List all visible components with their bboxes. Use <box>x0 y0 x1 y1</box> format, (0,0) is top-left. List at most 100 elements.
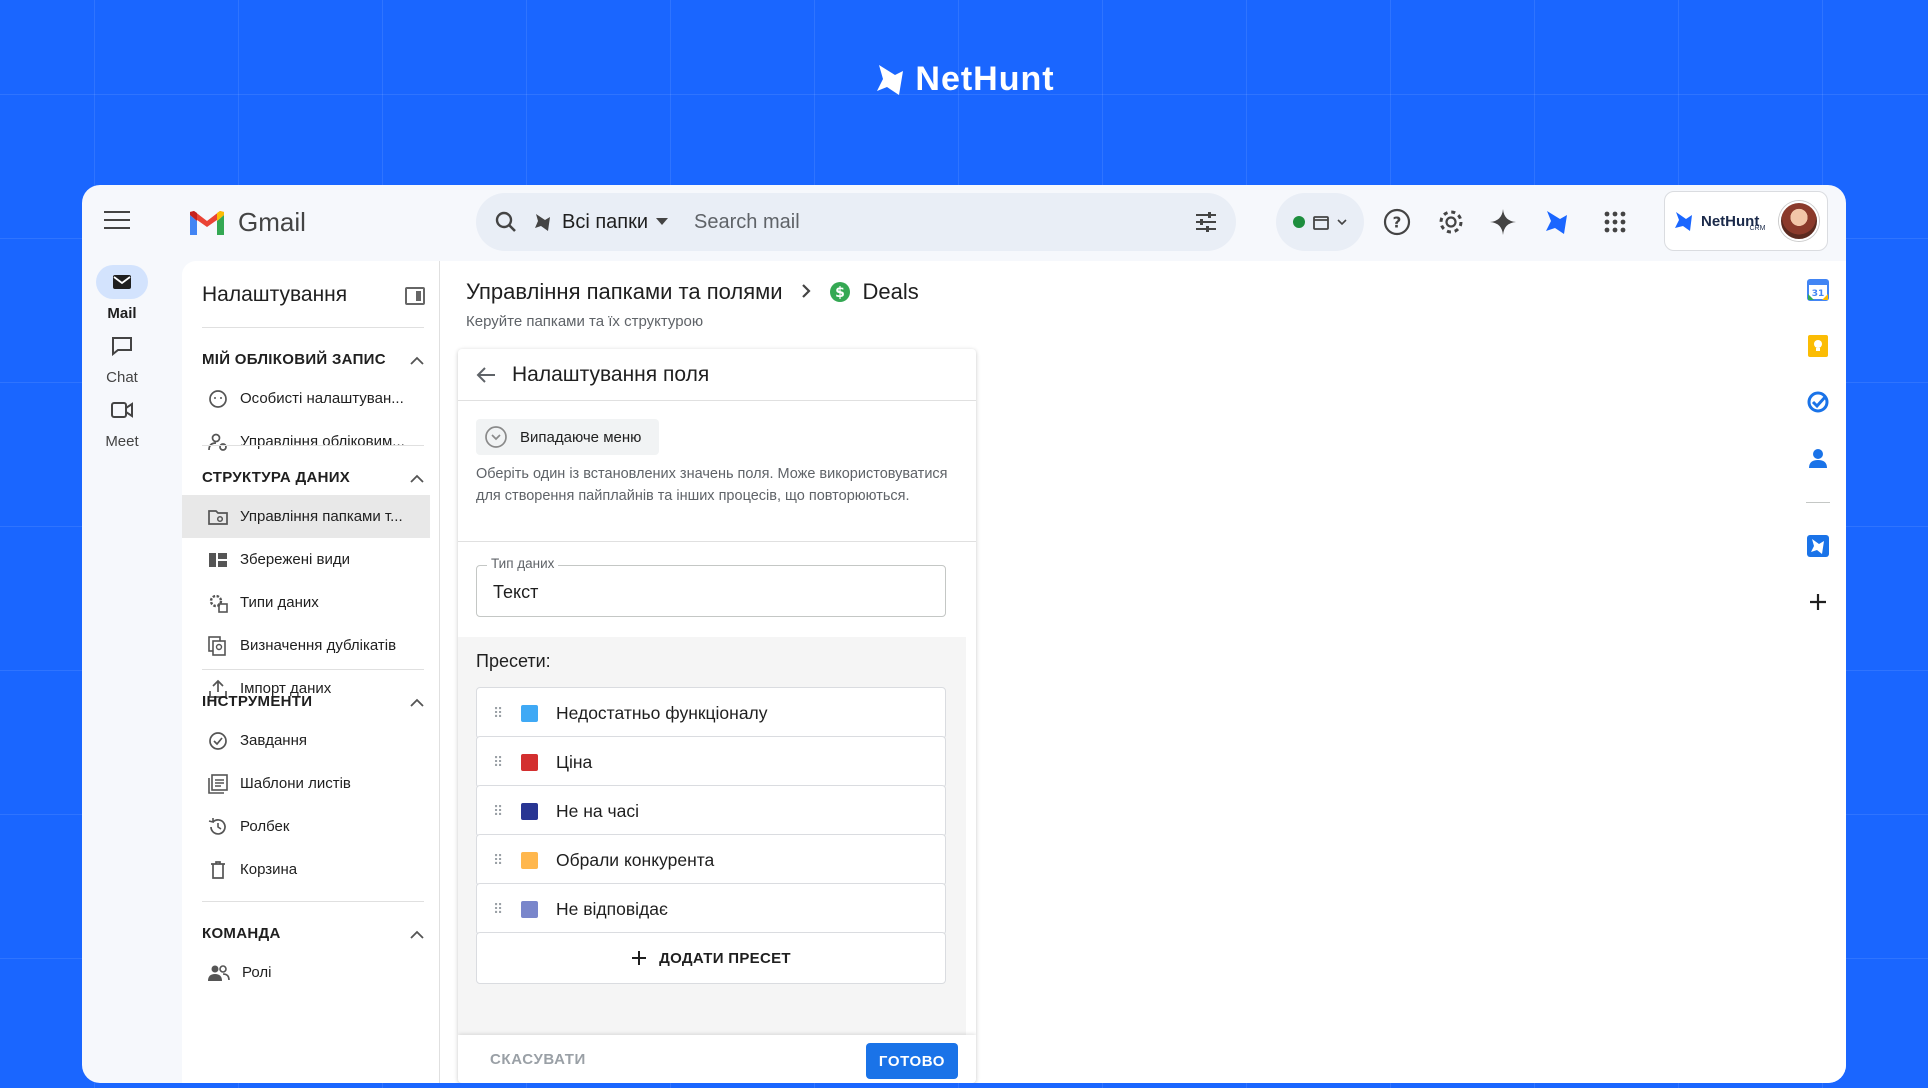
account-switcher[interactable]: NetHunt CRM <box>1664 191 1828 251</box>
cancel-button[interactable]: СКАСУВАТИ <box>490 1051 586 1068</box>
breadcrumb: Управління папками та полями $ Deals <box>466 279 919 305</box>
nethunt-app-icon[interactable] <box>1803 531 1833 561</box>
preset-color-swatch[interactable] <box>521 704 538 722</box>
search-input[interactable]: Search mail <box>694 211 1194 234</box>
gemini-sparkle-icon[interactable] <box>1488 207 1518 237</box>
data-type-field[interactable]: Тип даних Текст <box>476 556 946 617</box>
page-subtitle: Керуйте папками та їх структурою <box>466 313 704 330</box>
folder-selector-label: Всі папки <box>562 210 649 233</box>
preset-row[interactable]: ⠿ Недостатньо функціоналу <box>476 687 946 739</box>
nethunt-extension-icon[interactable] <box>1542 207 1572 237</box>
divider <box>458 541 976 542</box>
left-rail: Mail Chat Meet <box>82 185 162 1083</box>
preset-color-swatch[interactable] <box>521 900 538 918</box>
calendar-status-icon <box>1313 216 1329 230</box>
contacts-app-icon[interactable] <box>1803 443 1833 473</box>
field-description: Оберіть один із встановлених значень пол… <box>476 466 948 504</box>
section-my-account: МІЙ ОБЛІКОВИЙ ЗАПИС Особисті налаштуван.… <box>202 327 424 463</box>
nav-item-saved-views[interactable]: Збережені види <box>202 538 424 581</box>
people-icon <box>208 964 230 981</box>
section-team: КОМАНДА Ролі <box>202 901 424 994</box>
nav-item-trash[interactable]: Корзина <box>202 848 424 891</box>
chevron-down-icon <box>1337 218 1347 225</box>
preset-color-swatch[interactable] <box>521 851 538 869</box>
section-header-data-structure[interactable]: СТРУКТУРА ДАНИХ <box>202 445 424 495</box>
panel-toggle-icon[interactable] <box>405 287 425 305</box>
done-button[interactable]: ГОТОВО <box>866 1043 958 1079</box>
presets-title: Пресети: <box>476 651 551 671</box>
preset-color-swatch[interactable] <box>521 753 538 771</box>
trash-icon <box>211 860 225 879</box>
caret-down-icon <box>656 218 669 225</box>
nethunt-crm-logo-icon <box>1675 212 1692 231</box>
account-brand-sub: CRM <box>1749 224 1766 232</box>
account-brand-name: NetHunt CRM <box>1701 212 1766 232</box>
drag-handle-icon[interactable]: ⠿ <box>493 853 503 867</box>
tasks-app-icon[interactable] <box>1803 387 1833 417</box>
arrow-back-icon[interactable] <box>476 366 496 384</box>
nethunt-small-icon <box>535 214 550 231</box>
svg-text:$: $ <box>835 285 845 301</box>
rail-item-meet[interactable]: Meet <box>82 393 162 450</box>
keep-app-icon[interactable] <box>1803 331 1833 361</box>
preset-label: Недостатньо функціоналу <box>556 702 768 723</box>
rail-item-chat[interactable]: Chat <box>82 329 162 386</box>
help-icon[interactable]: ? <box>1382 207 1412 237</box>
folder-selector[interactable]: Всі папки <box>532 210 669 234</box>
drag-handle-icon[interactable]: ⠿ <box>493 755 503 769</box>
nav-item-roles[interactable]: Ролі <box>202 951 424 994</box>
main-menu-icon[interactable] <box>104 211 130 231</box>
preset-row[interactable]: ⠿ Не на часі <box>476 785 946 837</box>
search-bar[interactable]: Всі папки Search mail <box>476 193 1236 251</box>
rail-label-chat: Chat <box>106 369 138 386</box>
avatar[interactable] <box>1779 201 1819 241</box>
apps-grid-icon[interactable] <box>1600 207 1630 237</box>
duplicate-search-icon <box>208 635 226 656</box>
section-header-my-account[interactable]: МІЙ ОБЛІКОВИЙ ЗАПИС <box>202 327 424 377</box>
preset-color-swatch[interactable] <box>521 802 538 820</box>
gear-icon[interactable] <box>1436 207 1466 237</box>
preset-row[interactable]: ⠿ Ціна <box>476 736 946 788</box>
preset-row[interactable]: ⠿ Обрали конкурента <box>476 834 946 886</box>
section-header-tools[interactable]: ІНСТРУМЕНТИ <box>202 669 424 719</box>
nav-item-data-types[interactable]: Типи даних <box>202 581 424 624</box>
nav-item-rollback[interactable]: Ролбек <box>202 805 424 848</box>
card-title: Налаштування поля <box>512 362 710 386</box>
add-app-icon[interactable] <box>1803 587 1833 617</box>
status-dot-icon <box>1293 216 1305 228</box>
drag-handle-icon[interactable]: ⠿ <box>493 804 503 818</box>
nav-item-email-templates[interactable]: Шаблони листів <box>202 762 424 805</box>
nav-item-folders-fields[interactable]: Управління папками т... <box>182 495 430 538</box>
section-header-team[interactable]: КОМАНДА <box>202 901 424 951</box>
rail-item-mail[interactable]: Mail <box>82 265 162 322</box>
nav-item-tasks[interactable]: Завдання <box>202 719 424 762</box>
chevron-up-icon <box>410 926 424 942</box>
mail-icon <box>96 265 148 299</box>
rail-label-mail: Mail <box>107 305 137 322</box>
search-icon[interactable] <box>494 210 518 234</box>
nethunt-logo-icon <box>877 64 904 95</box>
preset-label: Ціна <box>556 751 593 772</box>
preset-row[interactable]: ⠿ Не відповідає <box>476 883 946 935</box>
settings-sidebar: Налаштування МІЙ ОБЛІКОВИЙ ЗАПИС Особист… <box>182 261 440 1083</box>
field-type-chip: Випадаюче меню <box>476 419 660 455</box>
search-options-icon[interactable] <box>1194 211 1218 233</box>
add-preset-button[interactable]: ДОДАТИ ПРЕСЕТ <box>476 932 946 984</box>
settings-title: Налаштування <box>202 283 348 306</box>
breadcrumb-parent[interactable]: Управління папками та полями <box>466 279 783 305</box>
divider <box>1806 502 1830 503</box>
nav-item-personal-settings[interactable]: Особисті налаштуван... <box>202 377 424 420</box>
drag-handle-icon[interactable]: ⠿ <box>493 706 503 720</box>
gmail-logo[interactable]: Gmail <box>188 207 306 238</box>
plus-icon <box>632 951 647 965</box>
svg-text:31: 31 <box>1812 289 1825 299</box>
drag-handle-icon[interactable]: ⠿ <box>493 902 503 916</box>
nav-item-duplicates[interactable]: Визначення дублікатів <box>202 624 424 667</box>
calendar-app-icon[interactable]: 31 <box>1803 275 1833 305</box>
dollar-circle-icon: $ <box>829 282 850 302</box>
status-selector[interactable] <box>1276 193 1364 251</box>
history-icon <box>208 817 226 835</box>
rail-label-meet: Meet <box>105 433 139 450</box>
field-settings-card: Налаштування поля Випадаюче меню Оберіть… <box>458 349 976 1083</box>
templates-icon <box>208 773 228 794</box>
